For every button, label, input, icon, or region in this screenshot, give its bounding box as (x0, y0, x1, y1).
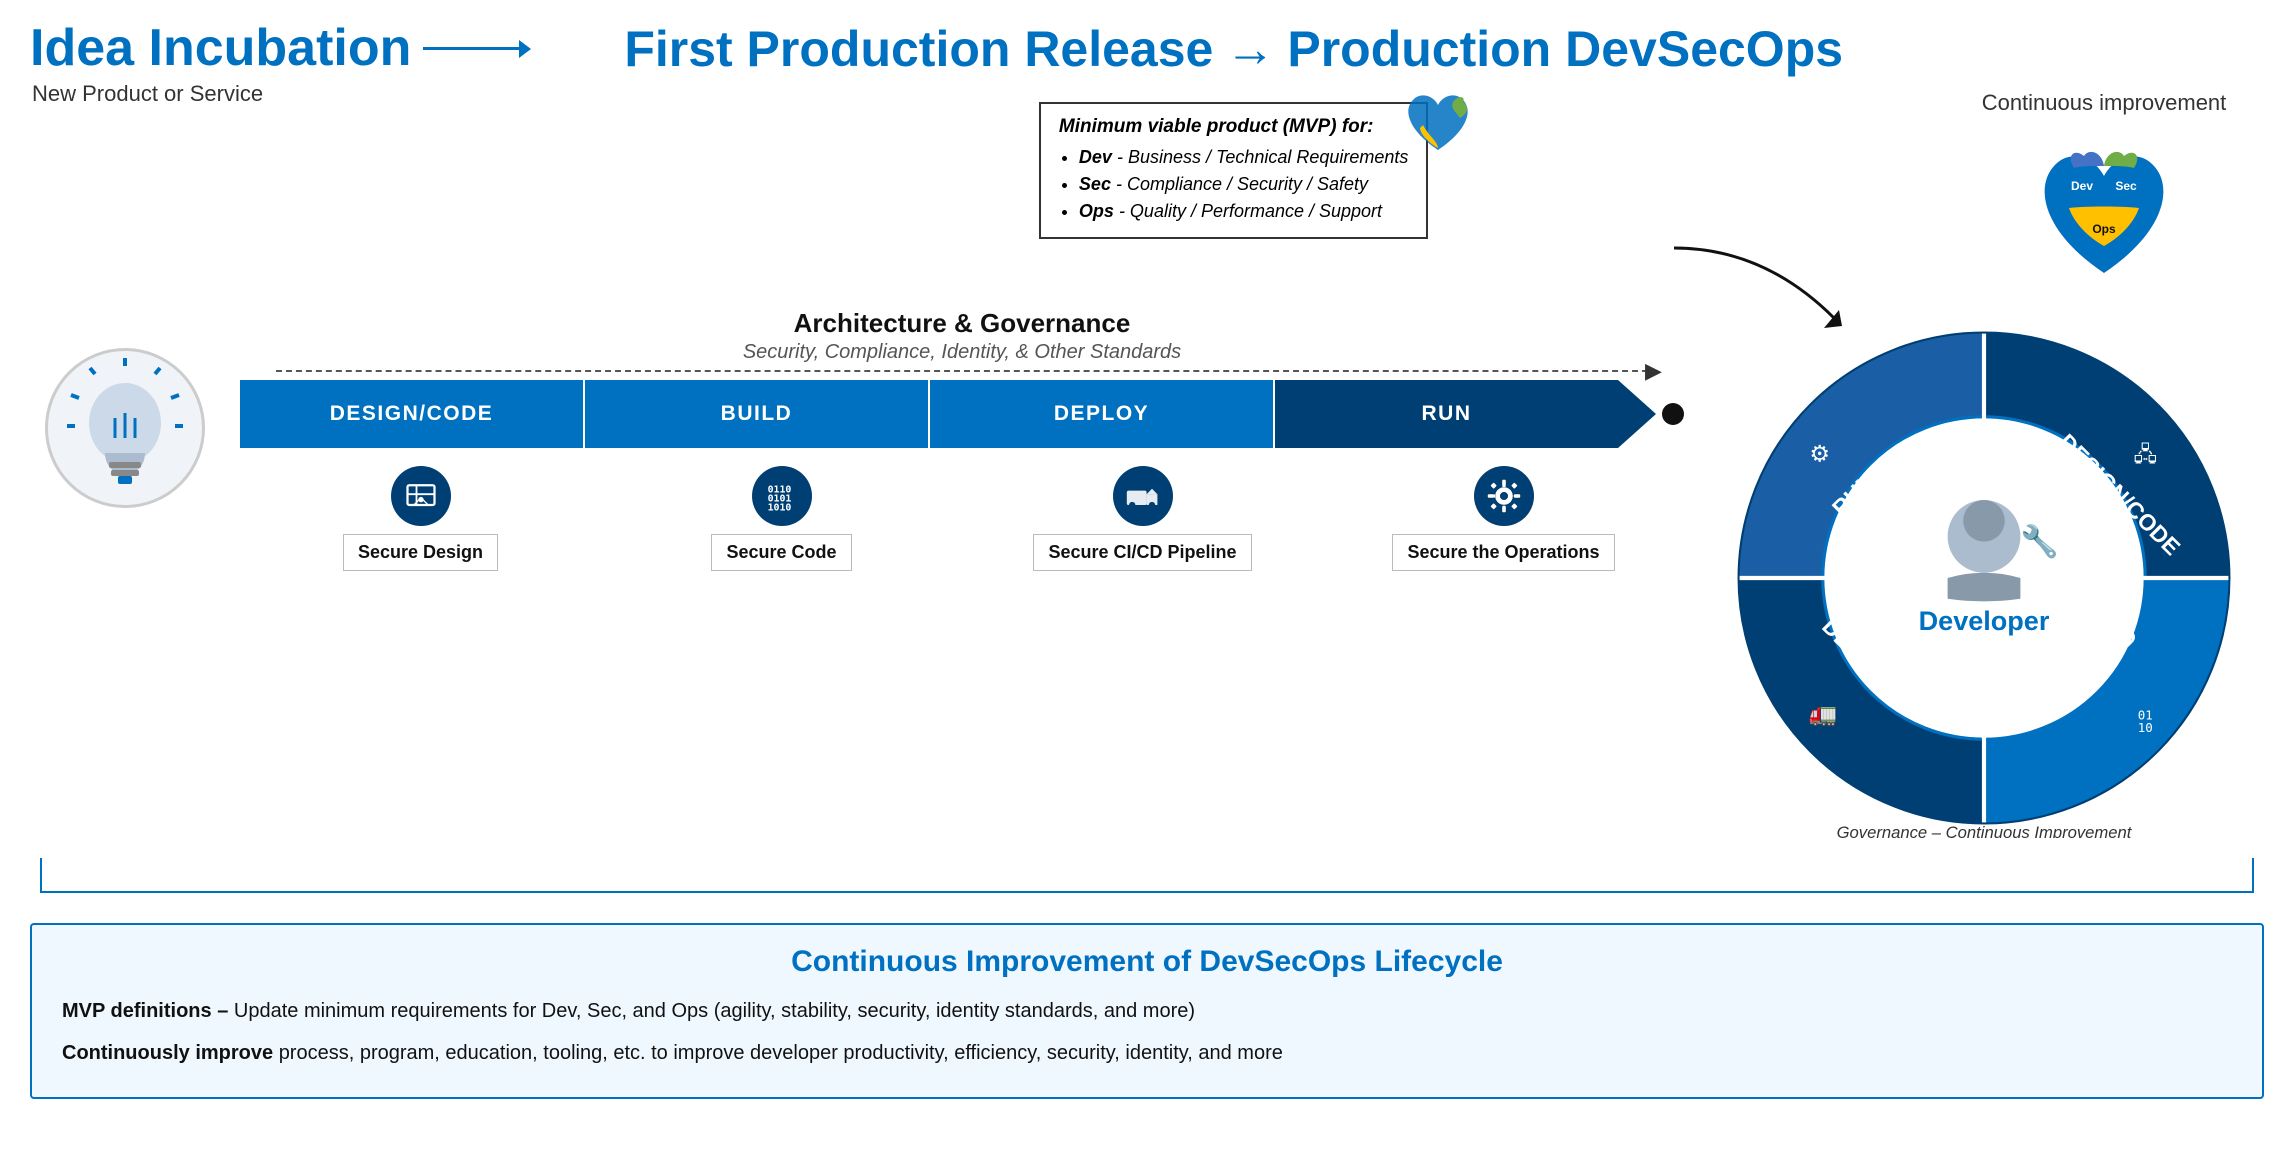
bottom-item-1: MVP definitions – Update minimum require… (62, 993, 2232, 1029)
stage-design: Secure Design (240, 466, 601, 571)
first-production-row: First Production Release → Production De… (624, 20, 1843, 78)
stage-code-label: Secure Code (711, 534, 851, 571)
lightbulb-section (30, 348, 220, 508)
pipeline-section: Architecture & Governance Security, Comp… (240, 308, 1684, 571)
lightbulb-circle (45, 348, 205, 508)
idea-incubation-title: Idea Incubation (30, 20, 411, 77)
stages-row: Secure Design 0101 1010 0110 Secure Code (240, 466, 1684, 571)
bottom-item2-bold: Continuously improve (62, 1042, 273, 1064)
circle-diagram-wrapper: DESIGN/CODE BUILD DEPLOY RUN 🖧 01 10 🚛 (1724, 318, 2244, 848)
mvp-item-sec: Sec - Compliance / Security / Safety (1079, 171, 1409, 198)
svg-text:⚙: ⚙ (1809, 441, 1830, 467)
svg-text:Developer: Developer (1919, 606, 2050, 636)
svg-text:1010: 1010 (767, 502, 791, 513)
idea-title-row: Idea Incubation (30, 20, 523, 77)
svg-text:Sec: Sec (2115, 179, 2137, 193)
bottom-item-2: Continuously improve process, program, e… (62, 1035, 2232, 1071)
idea-incubation-block: Idea Incubation New Product or Service (30, 20, 523, 107)
stage-ops-label: Secure the Operations (1392, 534, 1614, 571)
middle-area: Architecture & Governance Security, Comp… (30, 308, 2264, 848)
mvp-list: Dev - Business / Technical Requirements … (1059, 144, 1409, 225)
stage-cicd-label: Secure CI/CD Pipeline (1033, 534, 1251, 571)
mvp-box-title: Minimum viable product (MVP) for: (1059, 116, 1409, 138)
bottom-items: MVP definitions – Update minimum require… (62, 993, 2232, 1071)
idea-arrow-line (423, 47, 523, 50)
arch-governance-subtitle: Security, Compliance, Identity, & Other … (743, 341, 1181, 364)
bottom-item1-text: Update minimum requirements for Dev, Sec… (234, 1000, 1195, 1022)
arrow-to-prod: → (1225, 20, 1275, 78)
curved-arrow-svg (1664, 238, 1864, 358)
stage-code-icon: 0101 1010 0110 (752, 466, 812, 526)
bottom-item2-text: process, program, education, tooling, et… (279, 1042, 1283, 1064)
segment-design-code: DESIGN/CODE (240, 380, 585, 448)
dashed-arrow: ▶ (1645, 358, 1662, 384)
svg-text:🔧: 🔧 (2020, 522, 2059, 559)
mvp-heart-icon (1398, 80, 1478, 160)
mvp-item-ops: Ops - Quality / Performance / Support (1079, 198, 1409, 225)
svg-text:0110: 0110 (767, 484, 791, 495)
bottom-title: Continuous Improvement of DevSecOps Life… (62, 945, 2232, 979)
bracket-right (1147, 858, 2254, 893)
lightbulb-svg (65, 358, 185, 498)
bracket-left (40, 858, 1147, 893)
bottom-section: Continuous Improvement of DevSecOps Life… (30, 923, 2264, 1099)
bracket-connector (40, 858, 2254, 893)
mvp-item-dev: Dev - Business / Technical Requirements (1079, 144, 1409, 171)
stage-design-label: Secure Design (343, 534, 498, 571)
main-container: Idea Incubation New Product or Service F… (0, 0, 2294, 1166)
segment-build: BUILD (585, 380, 930, 448)
mvp-box-wrapper: Minimum viable product (MVP) for: Dev - … (1039, 90, 1429, 239)
stage-ops-icon (1474, 466, 1534, 526)
circular-section: DESIGN/CODE BUILD DEPLOY RUN 🖧 01 10 🚛 (1704, 318, 2264, 848)
svg-text:🚛: 🚛 (1809, 701, 1837, 728)
center-header: First Production Release → Production De… (543, 20, 1924, 239)
stage-design-icon (391, 466, 451, 526)
stage-ops: Secure the Operations (1323, 466, 1684, 571)
segment-deploy: DEPLOY (930, 380, 1275, 448)
svg-text:Governance – Continuous Improv: Governance – Continuous Improvement (1837, 823, 2133, 838)
idea-subtitle: New Product or Service (32, 81, 523, 107)
first-production-title: First Production Release (624, 20, 1213, 78)
svg-text:Dev: Dev (2071, 179, 2093, 193)
bottom-item1-bold: MVP definitions – (62, 1000, 228, 1022)
svg-text:🖧: 🖧 (2134, 443, 2157, 467)
pipeline-segments: DESIGN/CODE BUILD DEPLOY RUN (240, 380, 1618, 448)
svg-text:Ops: Ops (2092, 222, 2116, 236)
production-devsecops-title: Production DevSecOps (1287, 20, 1843, 78)
arch-governance-title: Architecture & Governance (794, 308, 1131, 339)
pipeline-arrowhead (1618, 380, 1656, 448)
top-header: Idea Incubation New Product or Service F… (30, 20, 2264, 288)
dashed-line: ▶ (276, 370, 1648, 372)
large-heart-icon: Dev Sec Ops (2024, 128, 2184, 288)
stage-cicd: Secure CI/CD Pipeline (962, 466, 1323, 571)
stage-cicd-icon (1113, 466, 1173, 526)
stage-code: 0101 1010 0110 Secure Code (601, 466, 962, 571)
devsecops-circle-svg: DESIGN/CODE BUILD DEPLOY RUN 🖧 01 10 🚛 (1724, 318, 2244, 838)
pipeline-end-dot (1662, 403, 1684, 425)
mvp-box: Minimum viable product (MVP) for: Dev - … (1039, 102, 1429, 239)
svg-text:10: 10 (2138, 720, 2153, 735)
arch-governance-area: Architecture & Governance Security, Comp… (240, 308, 1684, 372)
pipeline-bar: DESIGN/CODE BUILD DEPLOY RUN (240, 380, 1684, 448)
segment-run: RUN (1275, 380, 1618, 448)
production-subtitle: Continuous improvement (1982, 90, 2227, 116)
prod-devsecops-block: Continuous improvement Dev Sec Ops (1944, 20, 2264, 288)
